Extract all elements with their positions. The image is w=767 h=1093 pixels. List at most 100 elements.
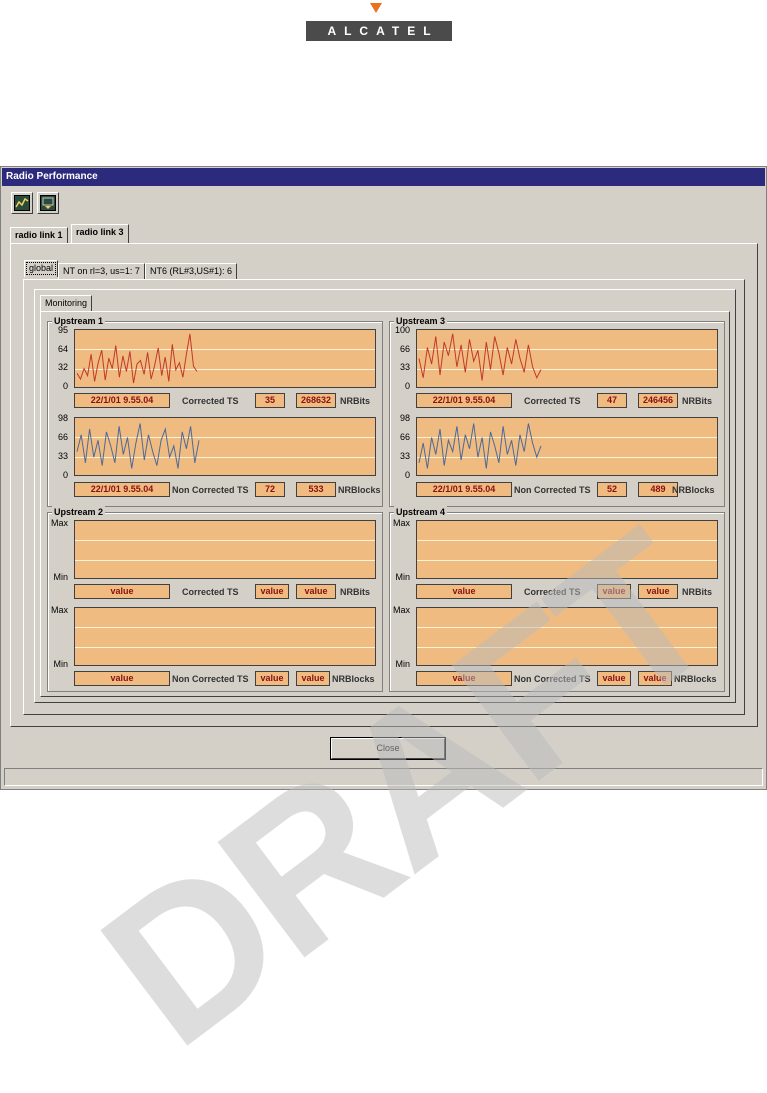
alcatel-logo: ALCATEL [306,21,452,41]
y-tick-label: 64 [57,344,68,354]
nrbits-label: NRBits [340,396,371,406]
y-tick-label: 0 [404,470,410,480]
nrblocks-label: NRBlocks [672,485,715,495]
corrected-plot [416,329,718,388]
corrected-ts-label: Corrected TS [182,396,239,406]
tab-nt6[interactable]: NT6 (RL#3,US#1): 6 [145,263,238,280]
tab-monitoring[interactable]: Monitoring [40,295,93,312]
non-corrected-time-field: 22/1/01 9.55.04 [416,482,512,497]
corrected-time-field: 22/1/01 9.55.04 [416,393,512,408]
non-corrected-ts-field: 72 [255,482,285,497]
series-line [418,423,542,469]
corrected-plot [74,520,376,579]
radio-performance-window: Radio Performance radio link 1 radio lin… [0,166,767,790]
nrbits-field: 268632 [296,393,336,408]
non-corrected-ts-field: 52 [597,482,627,497]
radio-link-panel: global NT on rl=3, us=1: 7 NT6 (RL#3,US#… [10,243,758,727]
non-corrected-time-field: value [416,671,512,686]
nrblocks-label: NRBlocks [338,485,381,495]
monitoring-frame: Monitoring Upstream 1 95 64 32 0 22/1/01 [34,289,736,703]
corrected-ts-label: Corrected TS [524,396,581,406]
y-tick-label: 33 [399,362,410,372]
corrected-plot [74,329,376,388]
non-corrected-ts-field: value [255,671,289,686]
y-tick-label: 0 [62,381,68,391]
logo-accent-icon [370,3,382,13]
y-min-label: Min [395,659,410,669]
corrected-ts-field: value [255,584,289,599]
tab-global[interactable]: global [24,260,59,277]
y-tick-label: 33 [399,451,410,461]
non-corrected-plot [74,607,376,666]
corrected-plot [416,520,718,579]
corrected-ts-field: 47 [597,393,627,408]
nrblocks-label: NRBlocks [674,674,717,684]
nrbits-label: NRBits [682,396,713,406]
non-corrected-plot [74,417,376,476]
window-title: Radio Performance [2,168,765,186]
non-corrected-ts-label: Non Corrected TS [514,485,591,495]
y-tick-label: 98 [399,413,410,423]
series-line [76,423,200,469]
close-button[interactable]: Close [331,738,445,759]
non-corrected-ts-label: Non Corrected TS [514,674,591,684]
series-line [418,333,542,381]
nrbits-field: value [638,584,678,599]
y-tick-label: 33 [57,451,68,461]
non-corrected-plot [416,417,718,476]
graph-icon [14,195,30,211]
non-corrected-time-field: 22/1/01 9.55.04 [74,482,170,497]
non-corrected-time-field: value [74,671,170,686]
y-tick-label: 66 [399,432,410,442]
corrected-time-field: value [74,584,170,599]
y-tick-label: 98 [57,413,68,423]
y-tick-label: 66 [57,432,68,442]
nrblocks-label: NRBlocks [332,674,375,684]
monitoring-panel: Upstream 1 95 64 32 0 22/1/01 9.55.04 Co… [40,311,730,697]
y-min-label: Min [53,572,68,582]
graph-button[interactable] [11,192,33,214]
tab-radio-link-1[interactable]: radio link 1 [10,227,68,244]
y-min-label: Min [53,659,68,669]
corrected-time-field: 22/1/01 9.55.04 [74,393,170,408]
export-icon [40,195,56,211]
nrbits-field: value [296,584,336,599]
status-bar [4,768,763,786]
nrblocks-field: 533 [296,482,336,497]
global-panel: Monitoring Upstream 1 95 64 32 0 22/1/01 [23,279,745,715]
series-line [76,333,198,384]
upstream-3-group: Upstream 3 100 66 33 0 22/1/01 9.55.04 C… [389,315,725,507]
y-max-label: Max [392,605,410,615]
upstream-1-group: Upstream 1 95 64 32 0 22/1/01 9.55.04 Co… [47,315,383,507]
non-corrected-plot [416,607,718,666]
corrected-time-field: value [416,584,512,599]
nrbits-label: NRBits [340,587,371,597]
nrblocks-field: value [296,671,330,686]
y-max-label: Max [50,605,68,615]
upstream-4-group: Upstream 4 Max Min value Corrected TS va… [389,506,725,692]
corrected-ts-field: 35 [255,393,285,408]
group-title: Upstream 2 [52,506,106,518]
tab-radio-link-3[interactable]: radio link 3 [71,224,129,244]
nrblocks-field: value [638,671,672,686]
y-tick-label: 100 [394,325,410,335]
y-tick-label: 66 [399,344,410,354]
nrbits-field: 246456 [638,393,678,408]
corrected-ts-label: Corrected TS [524,587,581,597]
nrbits-label: NRBits [682,587,713,597]
corrected-ts-field: value [597,584,631,599]
non-corrected-ts-field: value [597,671,631,686]
corrected-ts-label: Corrected TS [182,587,239,597]
y-tick-label: 0 [404,381,410,391]
y-tick-label: 0 [62,470,68,480]
non-corrected-ts-label: Non Corrected TS [172,674,249,684]
export-button[interactable] [37,192,59,214]
upstream-2-group: Upstream 2 Max Min value Corrected TS va… [47,506,383,692]
y-max-label: Max [50,518,68,528]
y-min-label: Min [395,572,410,582]
non-corrected-ts-label: Non Corrected TS [172,485,249,495]
tab-nt-on-rl3[interactable]: NT on rl=3, us=1: 7 [58,263,145,280]
y-tick-label: 32 [57,362,68,372]
y-max-label: Max [392,518,410,528]
y-tick-label: 95 [57,325,68,335]
